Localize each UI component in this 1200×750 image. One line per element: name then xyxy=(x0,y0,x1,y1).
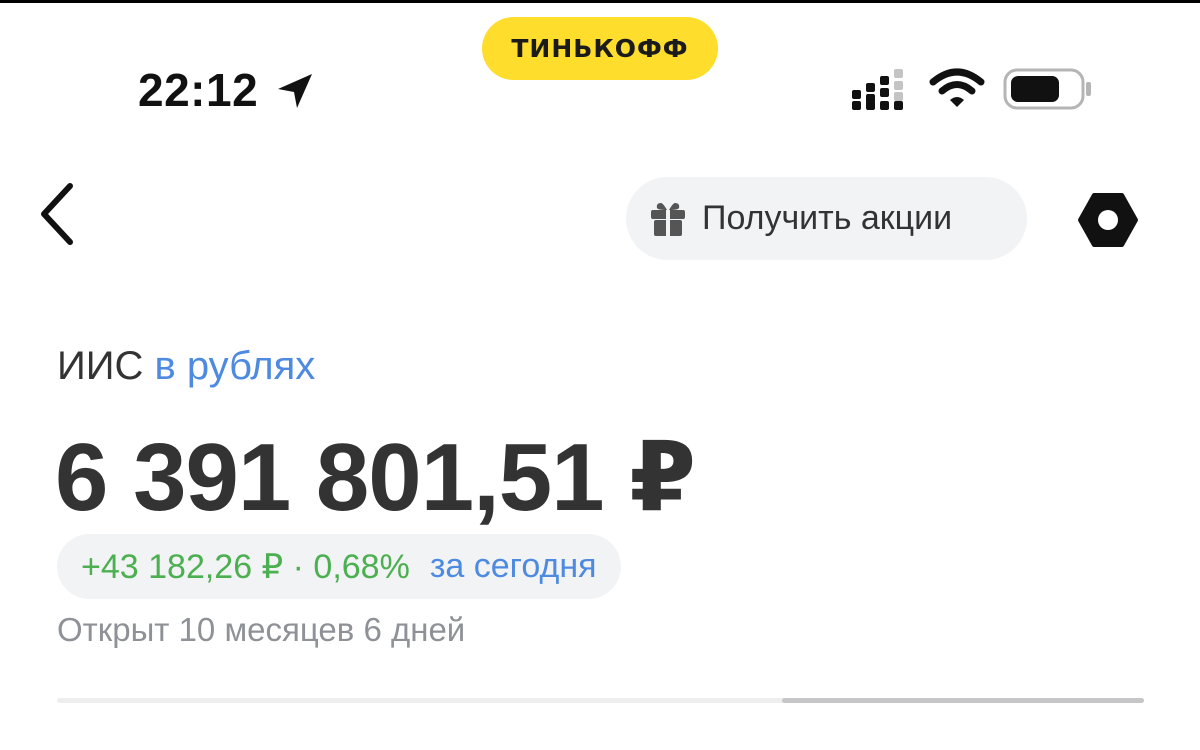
brand-badge: ТИНЬКОФФ xyxy=(482,17,718,80)
chevron-left-icon xyxy=(41,183,73,245)
wifi-icon xyxy=(929,68,985,107)
account-title: ИИС в рублях xyxy=(57,340,315,392)
status-time: 22:12 xyxy=(138,64,259,116)
currency-link[interactable]: в рублях xyxy=(155,344,316,388)
location-arrow-icon xyxy=(278,74,312,108)
account-balance: 6 391 801,51 ₽ xyxy=(55,424,696,531)
account-opened-duration: Открыт 10 месяцев 6 дней xyxy=(57,611,466,648)
back-button[interactable] xyxy=(30,180,86,248)
get-shares-button[interactable]: Получить акции xyxy=(626,177,1027,260)
settings-hexagon-icon xyxy=(1078,193,1138,247)
daily-change-value: +43 182,26 ₽ · 0,68% xyxy=(81,547,410,586)
account-type: ИИС xyxy=(57,344,144,388)
top-divider xyxy=(0,0,1200,3)
settings-button[interactable] xyxy=(1076,188,1140,252)
brand-name: ТИНЬКОФФ xyxy=(511,34,689,63)
battery-icon xyxy=(1003,68,1091,110)
cellular-signal-icon xyxy=(852,69,903,110)
get-shares-label: Получить акции xyxy=(702,199,953,237)
daily-change-badge[interactable]: +43 182,26 ₽ · 0,68% за сегодня xyxy=(57,534,621,599)
daily-change-period: за сегодня xyxy=(429,547,597,585)
gift-icon xyxy=(651,202,685,236)
scroll-thumb[interactable] xyxy=(782,698,1144,703)
